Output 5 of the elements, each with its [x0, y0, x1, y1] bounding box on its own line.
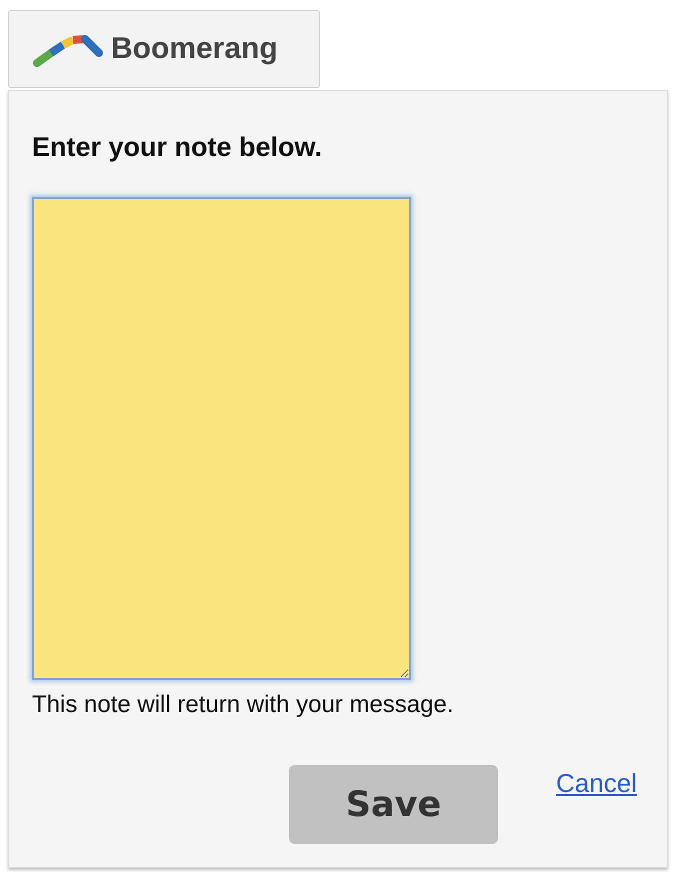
popup-heading: Enter your note below.	[32, 131, 324, 163]
hint-text: This note will return with your message.	[32, 691, 454, 719]
boomerang-button[interactable]: Boomerang	[8, 10, 320, 88]
note-field[interactable]	[32, 197, 411, 680]
cancel-link[interactable]: Cancel	[556, 768, 637, 799]
